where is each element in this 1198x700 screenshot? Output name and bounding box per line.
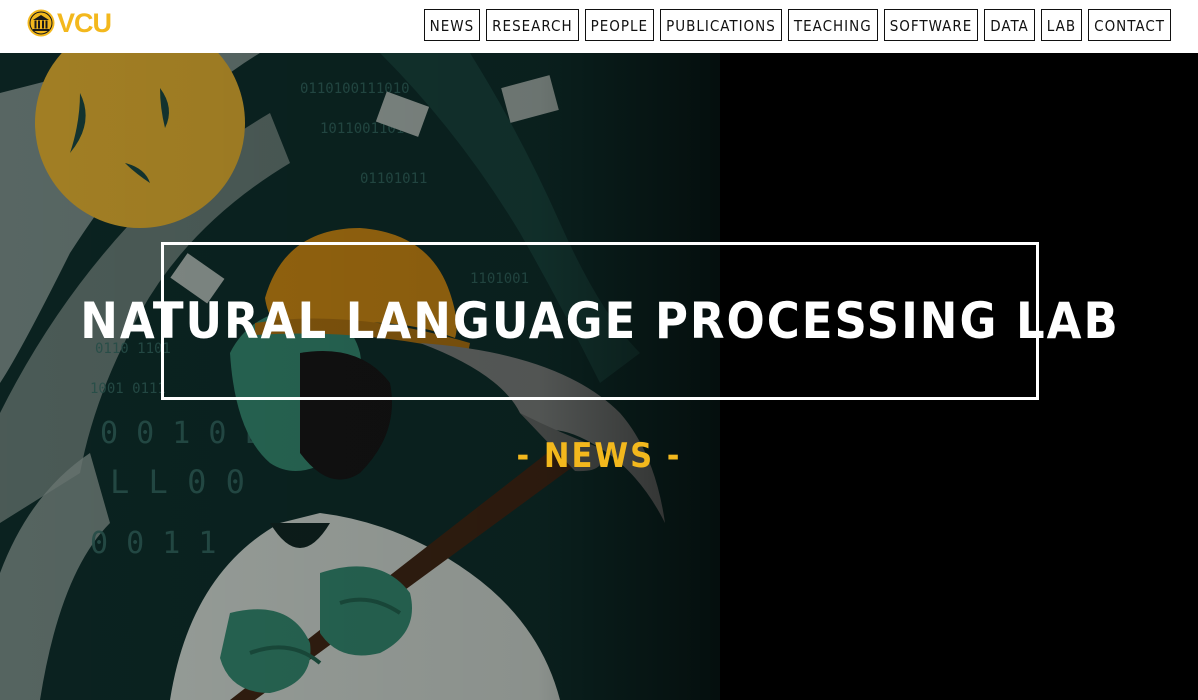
nav-item-data[interactable]: DATA [984,9,1035,41]
nav-item-publications[interactable]: PUBLICATIONS [660,9,782,41]
top-navbar: VCU NEWS RESEARCH PEOPLE PUBLICATIONS TE… [0,0,1198,53]
nav-item-lab[interactable]: LAB [1040,9,1083,41]
nav-item-contact[interactable]: CONTACT [1088,9,1171,41]
main-nav: NEWS RESEARCH PEOPLE PUBLICATIONS TEACHI… [423,9,1171,41]
nav-item-teaching[interactable]: TEACHING [787,9,878,41]
vcu-seal-icon [27,9,55,37]
lab-title: NATURAL LANGUAGE PROCESSING LAB [80,292,1120,350]
hero-banner: 0110100111010 1011001101 01101011 0110 1… [0,53,1198,700]
hero-title-frame: NATURAL LANGUAGE PROCESSING LAB [80,242,1118,400]
nav-item-people[interactable]: PEOPLE [584,9,655,41]
nav-item-software[interactable]: SOFTWARE [883,9,979,41]
nav-item-research[interactable]: RESEARCH [486,9,579,41]
vcu-logo-link[interactable]: VCU [27,8,112,38]
section-subtitle: - NEWS - [516,436,682,476]
vcu-logo-text: VCU [57,8,112,38]
nav-item-news[interactable]: NEWS [423,9,481,41]
